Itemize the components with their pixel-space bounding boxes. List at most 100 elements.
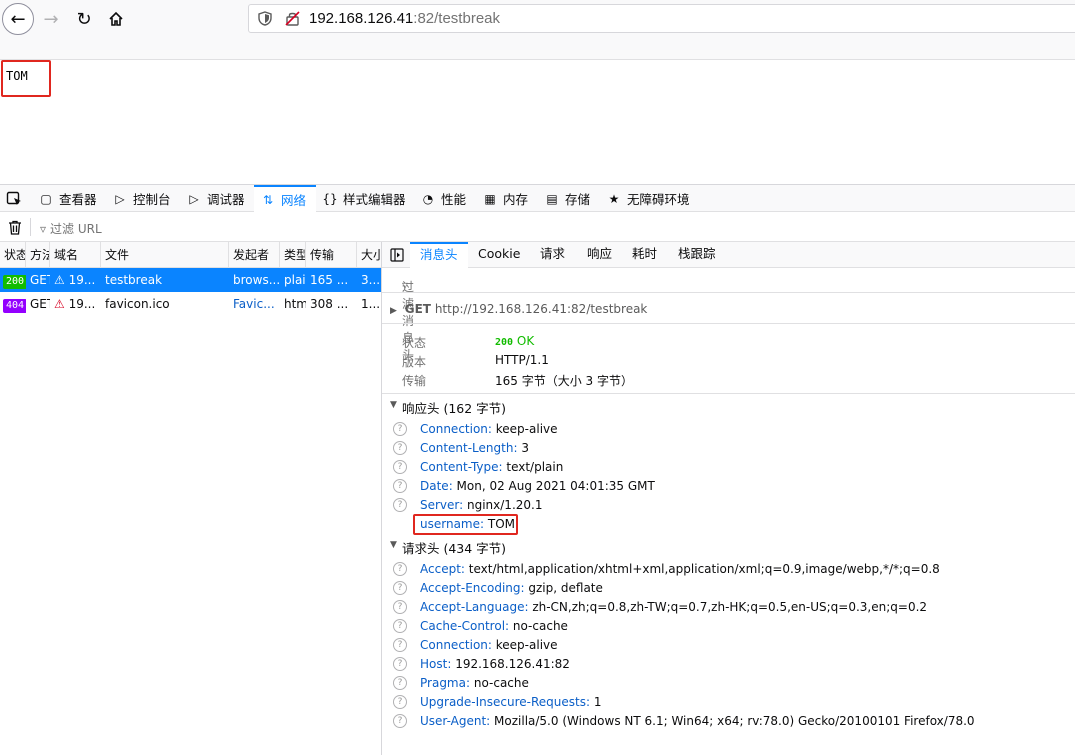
help-icon[interactable]: ? (393, 460, 407, 474)
column-type[interactable]: 类型 (280, 242, 306, 268)
header-row[interactable]: ? Content-Type: text/plain (382, 458, 1075, 477)
reload-button[interactable]: ↻ (68, 3, 100, 35)
tab-label: 调试器 (207, 192, 245, 207)
header-row[interactable]: ? Content-Length: 3 (382, 439, 1075, 458)
url-bar[interactable]: 192.168.126.41:82/testbreak (248, 4, 1075, 33)
request-domain: ⚠︎ 19... (50, 292, 101, 316)
help-icon[interactable]: ? (393, 695, 407, 709)
arrow-left-icon: ← (10, 8, 26, 30)
header-row[interactable]: ? Connection: keep-alive (382, 420, 1075, 439)
column-status[interactable]: 状态 (0, 242, 26, 268)
tab-storage[interactable]: ▤ 存储 (538, 185, 596, 212)
column-initiator[interactable]: 发起者 (229, 242, 280, 268)
tab-timings[interactable]: 耗时 (622, 242, 667, 268)
request-row[interactable]: 200 GET ⚠︎ 19... testbreak brows... plai… (0, 268, 381, 292)
summary-transfer-value: 165 字节（大小 3 字节） (495, 374, 633, 388)
tab-accessibility[interactable]: ★ 无障碍环境 (600, 185, 696, 212)
filter-headers-input[interactable]: ▿ 过滤消息头 (382, 268, 1075, 362)
panel-toggle-icon[interactable] (390, 248, 404, 262)
tab-response[interactable]: 响应 (577, 242, 622, 268)
tab-debugger[interactable]: ▷ 调试器 (180, 185, 251, 212)
tab-inspector[interactable]: ▢ 查看器 (32, 185, 103, 212)
request-initiator[interactable]: Favic... (229, 292, 280, 316)
tab-label: 控制台 (133, 192, 171, 207)
header-name: Content-Type: text/plain (420, 460, 564, 474)
tab-memory[interactable]: ▦ 内存 (476, 185, 534, 212)
request-method: GET (30, 297, 50, 311)
tab-performance[interactable]: ◔ 性能 (414, 185, 472, 212)
header-name-text: Cache-Control (420, 619, 506, 633)
header-value: zh-CN,zh;q=0.8,zh-TW;q=0.7,zh-HK;q=0.5,e… (532, 600, 928, 614)
toolbar-band (0, 38, 1075, 59)
request-headers-section[interactable]: ▼ 请求头 (434 字节) (382, 536, 1075, 556)
header-row[interactable]: ? Date: Mon, 02 Aug 2021 04:01:35 GMT (382, 477, 1075, 496)
help-icon[interactable]: ? (393, 676, 407, 690)
header-name: Accept: text/html,application/xhtml+xml,… (420, 562, 940, 576)
header-name-text: Content-Length (420, 441, 514, 455)
header-row[interactable]: ? Server: nginx/1.20.1 (382, 496, 1075, 515)
help-icon[interactable]: ? (393, 638, 407, 652)
response-headers-section[interactable]: ▼ 响应头 (162 字节) (382, 396, 1075, 416)
header-row[interactable]: ? Accept-Encoding: gzip, deflate (382, 579, 1075, 598)
header-name-text: Accept (420, 562, 461, 576)
home-button[interactable] (100, 3, 132, 35)
insecure-lock-icon[interactable] (285, 11, 300, 26)
tab-label: 内存 (503, 192, 529, 207)
request-size: 3... (361, 273, 381, 287)
header-name-text: Connection (420, 638, 488, 652)
url-text[interactable]: 192.168.126.41:82/testbreak (309, 10, 500, 27)
header-name: Host: 192.168.126.41:82 (420, 657, 570, 671)
header-value: text/plain (506, 460, 564, 474)
column-method[interactable]: 方法 (26, 242, 50, 268)
column-domain[interactable]: 域名 (50, 242, 101, 268)
tab-label: 网络 (281, 193, 307, 208)
status-badge: 200 (3, 275, 26, 289)
tab-headers[interactable]: 消息头 (410, 242, 468, 268)
header-name: Pragma: no-cache (420, 676, 529, 690)
column-size[interactable]: 大小 (357, 242, 381, 268)
header-row[interactable]: ? Cache-Control: no-cache (382, 617, 1075, 636)
back-button[interactable]: ← (2, 3, 34, 35)
column-file[interactable]: 文件 (101, 242, 229, 268)
annotation-box-username (413, 514, 518, 535)
tab-request[interactable]: 请求 (530, 242, 575, 268)
forward-button[interactable]: → (35, 3, 67, 35)
tab-style-editor[interactable]: {} 样式编辑器 (316, 185, 412, 212)
help-icon[interactable]: ? (393, 657, 407, 671)
status-badge: 404 (3, 299, 26, 313)
header-row[interactable]: ? User-Agent: Mozilla/5.0 (Windows NT 6.1… (382, 712, 1075, 731)
help-icon[interactable]: ? (393, 714, 407, 728)
help-icon[interactable]: ? (393, 562, 407, 576)
trash-icon[interactable] (8, 220, 22, 235)
request-line[interactable]: ▶ GET http://192.168.126.41:82/testbreak (390, 302, 647, 316)
tab-label: 无障碍环境 (627, 192, 690, 207)
column-transfer[interactable]: 传输 (306, 242, 357, 268)
header-name-text: Accept-Language (420, 600, 525, 614)
header-name-text: Date (420, 479, 449, 493)
help-icon[interactable]: ? (393, 498, 407, 512)
header-row[interactable]: ? Host: 192.168.126.41:82 (382, 655, 1075, 674)
filter-url-input[interactable]: ▿ 过滤 URL (40, 220, 102, 237)
request-row[interactable]: 404 GET ⚠︎ 19... favicon.ico Favic... ht… (0, 292, 381, 316)
header-row[interactable]: ? Accept-Language: zh-CN,zh;q=0.8,zh-TW;q… (382, 598, 1075, 617)
element-picker-icon[interactable] (6, 191, 22, 207)
header-row[interactable]: ? Upgrade-Insecure-Requests: 1 (382, 693, 1075, 712)
help-icon[interactable]: ? (393, 600, 407, 614)
header-row[interactable]: ? Connection: keep-alive (382, 636, 1075, 655)
header-value: keep-alive (495, 422, 558, 436)
inspector-icon: ▢ (40, 191, 52, 206)
tab-cookie[interactable]: Cookie (468, 242, 530, 268)
help-icon[interactable]: ? (393, 479, 407, 493)
header-value: no-cache (512, 619, 568, 633)
header-row[interactable]: ? Pragma: no-cache (382, 674, 1075, 693)
shield-icon[interactable] (258, 11, 272, 26)
filter-separator (30, 218, 31, 236)
tab-console[interactable]: ▷ 控制台 (106, 185, 177, 212)
help-icon[interactable]: ? (393, 619, 407, 633)
help-icon[interactable]: ? (393, 581, 407, 595)
tab-stack-trace[interactable]: 栈跟踪 (668, 242, 726, 268)
help-icon[interactable]: ? (393, 441, 407, 455)
tab-network[interactable]: ⇅ 网络 (254, 185, 316, 212)
header-row[interactable]: ? Accept: text/html,application/xhtml+xml… (382, 560, 1075, 579)
help-icon[interactable]: ? (393, 422, 407, 436)
